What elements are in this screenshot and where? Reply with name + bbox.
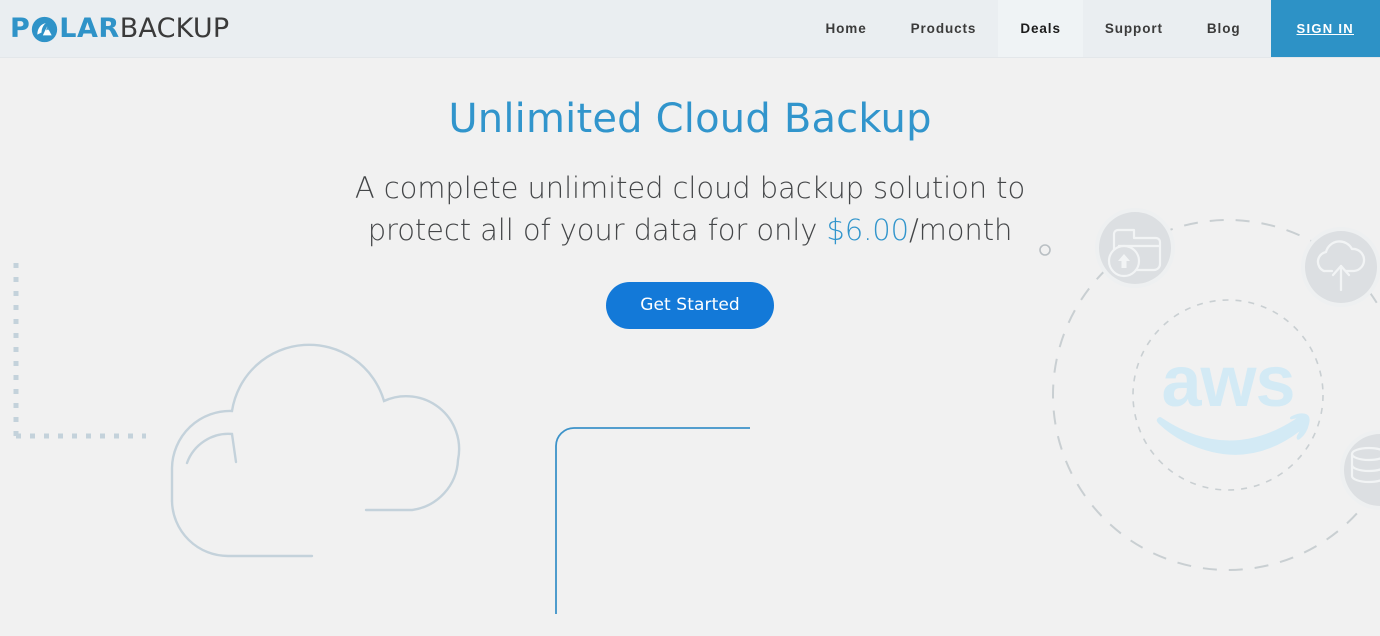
nav-item-support[interactable]: Support (1083, 0, 1185, 57)
hero-subtitle-line-2-suffix: /month (908, 213, 1013, 248)
hero-section: aws Unlimited Cloud Backup A complete un… (0, 58, 1380, 636)
polar-bear-mountain-circle-icon (31, 16, 58, 43)
hero-subtitle-line-2-prefix: protect all of your data for only (367, 213, 827, 248)
nav-item-blog[interactable]: Blog (1185, 0, 1263, 57)
main-navigation: Home Products Deals Support Blog SIGN IN (804, 0, 1380, 57)
cloud-outline-decoration (170, 343, 461, 558)
get-started-button[interactable]: Get Started (606, 281, 774, 329)
aws-smile-swoosh (1156, 417, 1305, 455)
brand-name-polar: P LAR (10, 13, 120, 44)
hero-subtitle-line-1: A complete unlimited cloud backup soluti… (354, 171, 1026, 205)
aws-swoosh-tip (1290, 413, 1310, 440)
site-header: P LAR BACKUP Home Products Deals Support… (0, 0, 1380, 58)
database-icon-badge (1340, 430, 1380, 510)
hero-content: Unlimited Cloud Backup A complete unlimi… (0, 58, 1380, 329)
sign-in-button[interactable]: SIGN IN (1270, 0, 1380, 57)
nav-item-products[interactable]: Products (889, 0, 999, 57)
cta-container: Get Started (0, 281, 1380, 329)
page-title: Unlimited Cloud Backup (448, 96, 932, 142)
blue-corner-line-decoration (555, 427, 750, 614)
nav-item-deals[interactable]: Deals (998, 0, 1083, 57)
brand-letter-p: P (10, 13, 31, 44)
hero-subtitle: A complete unlimited cloud backup soluti… (0, 167, 1380, 252)
brand-name-backup: BACKUP (119, 13, 230, 44)
nav-item-home[interactable]: Home (804, 0, 889, 57)
brand-logo[interactable]: P LAR BACKUP (0, 0, 229, 57)
brand-letters-lar: LAR (59, 13, 120, 44)
hero-price-value: $6.00 (826, 213, 909, 248)
aws-logo: aws (1156, 342, 1310, 455)
aws-wordmark-text: aws (1161, 342, 1294, 422)
